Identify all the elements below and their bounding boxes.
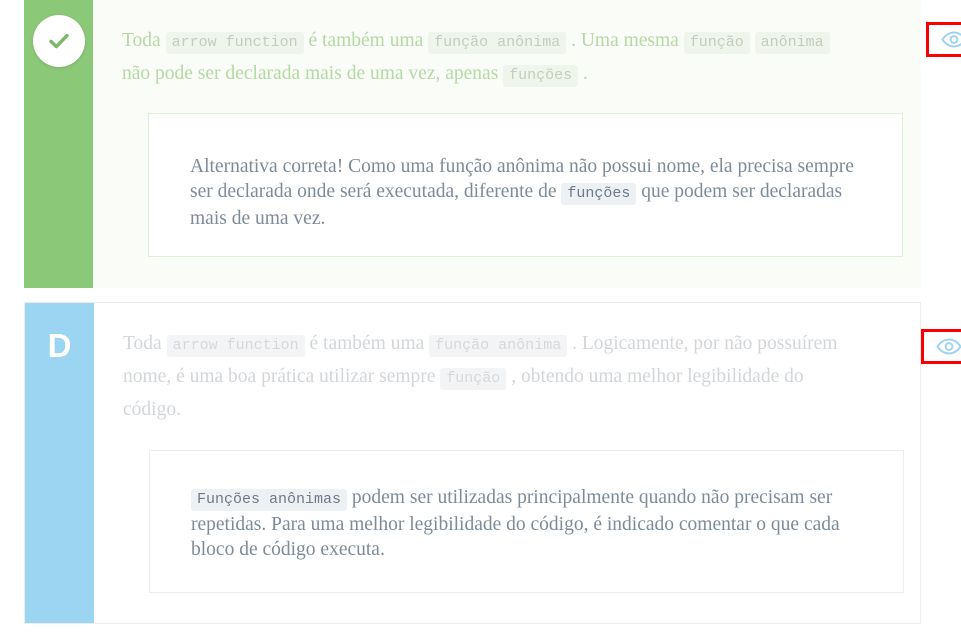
check-circle-icon — [32, 15, 85, 67]
option-rail-d: D — [25, 303, 94, 623]
inline-code: Funções anônimas — [191, 489, 348, 511]
option-body-d: Toda arrow function é também uma função … — [94, 303, 961, 623]
feedback-text-d: Funções anônimas podem ser utilizadas pr… — [191, 485, 873, 562]
option-rail-correct — [24, 0, 93, 288]
option-body-correct: Toda arrow function é também uma função … — [93, 0, 961, 288]
statement-text: Toda — [123, 333, 162, 354]
feedback-box-correct: Alternativa correta! Como uma função anô… — [148, 113, 903, 257]
toggle-feedback-visibility-d[interactable] — [934, 336, 961, 358]
inline-code: função — [440, 368, 507, 390]
inline-code: arrow function — [165, 32, 304, 54]
eye-button-highlight-d — [921, 329, 961, 364]
statement-text: Toda — [122, 30, 161, 51]
inline-code: anônima — [754, 32, 830, 54]
option-statement-d: Toda arrow function é também uma função … — [123, 328, 848, 425]
option-letter-d: D — [47, 327, 72, 364]
inline-code: funções — [561, 183, 637, 205]
feedback-box-d: Funções anônimas podem ser utilizadas pr… — [149, 450, 904, 593]
statement-text: . Uma mesma — [571, 30, 679, 51]
inline-code: arrow function — [166, 335, 305, 357]
eye-icon — [936, 338, 961, 355]
statement-text: não pode ser declarada mais de uma vez, … — [122, 63, 499, 84]
inline-code: função anônima — [428, 32, 567, 54]
statement-text: é também uma — [309, 333, 425, 354]
option-card-d[interactable]: D Toda arrow function é também uma funçã… — [24, 302, 961, 624]
option-card-correct[interactable]: Toda arrow function é também uma função … — [24, 0, 961, 288]
eye-button-highlight-correct — [926, 22, 961, 57]
inline-code: função — [683, 32, 750, 54]
statement-text: . — [583, 63, 588, 84]
inline-code: função anônima — [429, 335, 568, 357]
inline-code: funções — [503, 65, 579, 87]
quiz-options-panel: Toda arrow function é também uma função … — [0, 0, 961, 639]
toggle-feedback-visibility-correct[interactable] — [939, 29, 961, 51]
statement-text: é também uma — [308, 30, 424, 51]
option-statement-correct: Toda arrow function é também uma função … — [122, 25, 847, 91]
eye-icon — [941, 31, 961, 48]
feedback-text-correct: Alternativa correta! Como uma função anô… — [190, 154, 872, 231]
